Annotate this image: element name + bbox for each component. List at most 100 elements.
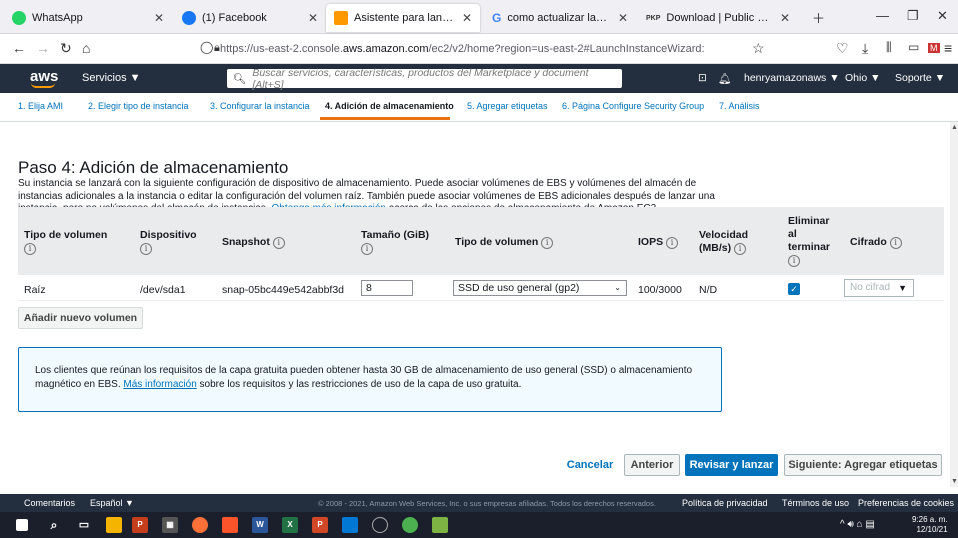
step-add-tags[interactable]: 5. Agregar etiquetas bbox=[467, 101, 548, 111]
bookmark-star-icon[interactable]: ☆ bbox=[752, 40, 765, 57]
caret-down-icon: ▼ bbox=[898, 283, 907, 293]
free-tier-info-box: Los clientes que reúnan los requisitos d… bbox=[18, 347, 722, 412]
chrome-icon[interactable] bbox=[402, 517, 418, 533]
add-volume-button[interactable]: Añadir nuevo volumen bbox=[18, 307, 143, 329]
review-and-launch-button[interactable]: Revisar y lanzar bbox=[685, 454, 778, 476]
info-icon[interactable]: i bbox=[734, 243, 747, 255]
new-tab-icon[interactable]: ＋ bbox=[812, 8, 825, 27]
brave-icon[interactable] bbox=[222, 517, 238, 533]
scroll-down-icon[interactable]: ▼ bbox=[951, 478, 958, 485]
support-menu[interactable]: Soporte ▼ bbox=[895, 72, 945, 84]
tab-whatsapp[interactable]: WhatsApp ✕ bbox=[4, 4, 172, 32]
privacy-link[interactable]: Política de privacidad bbox=[682, 498, 768, 508]
next-add-tags-button[interactable]: Siguiente: Agregar etiquetas bbox=[784, 454, 942, 476]
file-explorer-icon[interactable] bbox=[106, 517, 122, 533]
cancel-button[interactable]: Cancelar bbox=[562, 454, 618, 476]
info-icon[interactable]: i bbox=[788, 255, 800, 267]
search-icon: 🔍︎ bbox=[233, 73, 247, 85]
tab-aws-launch-wizard[interactable]: Asistente para lanzar instancia | ✕ bbox=[326, 4, 480, 32]
step-instance-type[interactable]: 2. Elegir tipo de instancia bbox=[88, 101, 189, 111]
close-icon[interactable]: ✕ bbox=[462, 11, 472, 25]
download-icon[interactable]: ⤓ bbox=[862, 40, 868, 57]
tab-pkp[interactable]: PKP Download | Public Knowledge P ✕ bbox=[638, 4, 798, 32]
tab-facebook[interactable]: (1) Facebook ✕ bbox=[174, 4, 326, 32]
sidebar-icon[interactable]: ▭ bbox=[908, 40, 919, 54]
menu-icon[interactable]: ≡ bbox=[944, 40, 952, 56]
powerpoint-icon[interactable]: P bbox=[132, 517, 148, 533]
tray-icons[interactable]: ^ 🔊︎ ⌂ ▤ bbox=[840, 519, 875, 530]
volume-type-select[interactable]: SSD de uso general (gp2) ⌄ bbox=[453, 280, 627, 296]
step-security-group[interactable]: 6. Página Configure Security Group bbox=[562, 101, 704, 111]
cell-device: /dev/sda1 bbox=[140, 284, 186, 296]
info-icon[interactable]: i bbox=[24, 243, 36, 255]
calculator-icon[interactable]: ▦ bbox=[162, 517, 178, 533]
header-throughput: Velocidad (MB/s) i bbox=[699, 229, 749, 255]
cookie-preferences-link[interactable]: Preferencias de cookies bbox=[858, 498, 954, 508]
word-icon[interactable]: W bbox=[252, 517, 268, 533]
search-icon[interactable]: ⌕ bbox=[46, 517, 62, 533]
cell-throughput: N/D bbox=[699, 284, 718, 296]
close-icon[interactable]: ✕ bbox=[780, 11, 790, 25]
terms-link[interactable]: Términos de uso bbox=[782, 498, 849, 508]
step-choose-ami[interactable]: 1. Elija AMI bbox=[18, 101, 63, 111]
previous-button[interactable]: Anterior bbox=[624, 454, 680, 476]
excel-icon[interactable]: X bbox=[282, 517, 298, 533]
clock[interactable]: 9:26 a. m. 12/10/21 bbox=[912, 515, 948, 535]
firefox-icon[interactable] bbox=[192, 517, 208, 533]
scroll-up-icon[interactable]: ▲ bbox=[951, 124, 958, 131]
browser-tab-bar: WhatsApp ✕ (1) Facebook ✕ Asistente para… bbox=[0, 0, 958, 34]
maximize-icon[interactable]: ❐ bbox=[907, 8, 919, 24]
language-select[interactable]: Español ▼ bbox=[90, 498, 134, 508]
back-icon[interactable]: ← bbox=[12, 40, 26, 56]
aws-smile-icon bbox=[31, 83, 55, 88]
library-icon[interactable]: ⫼ bbox=[886, 40, 892, 55]
windows-start-icon[interactable] bbox=[16, 519, 28, 531]
whatsapp-icon bbox=[12, 11, 26, 25]
user-menu[interactable]: henryamazonaws ▼ bbox=[744, 72, 840, 84]
close-icon[interactable]: ✕ bbox=[618, 11, 628, 25]
info-icon[interactable]: i bbox=[666, 237, 679, 249]
region-menu[interactable]: Ohio ▼ bbox=[845, 72, 881, 84]
page-scrollbar[interactable]: ▲ ▼ bbox=[950, 122, 958, 487]
close-icon[interactable]: ✕ bbox=[308, 11, 318, 25]
header-volume-type: Tipo de volumen i bbox=[455, 236, 554, 249]
url-bar[interactable]: https://us-east-2.console. aws.amazon.com… bbox=[220, 37, 745, 61]
storage-table-header: Tipo de volumen i Dispositivo i Snapshot… bbox=[18, 207, 944, 275]
delete-on-termination-checkbox[interactable]: ✓ bbox=[788, 283, 800, 295]
encryption-select[interactable]: No cifrad ▼ bbox=[844, 279, 914, 297]
shield-icon[interactable]: ◯ bbox=[200, 40, 213, 54]
info-icon[interactable]: i bbox=[140, 243, 152, 255]
comments-link[interactable]: Comentarios bbox=[24, 498, 75, 508]
aws-search-input[interactable]: 🔍︎ Buscar servicios, características, pr… bbox=[227, 67, 622, 91]
info-icon[interactable]: i bbox=[361, 243, 373, 255]
forward-icon[interactable]: → bbox=[36, 40, 50, 56]
reload-icon[interactable]: ↻ bbox=[60, 40, 72, 57]
task-view-icon[interactable]: ▭ bbox=[76, 517, 92, 533]
app-icon[interactable] bbox=[372, 517, 388, 533]
wizard-steps: 1. Elija AMI 2. Elegir tipo de instancia… bbox=[0, 93, 958, 122]
lock-icon[interactable]: 🔒︎ bbox=[214, 42, 220, 55]
close-window-icon[interactable]: ✕ bbox=[937, 8, 948, 24]
minimize-icon[interactable]: — bbox=[876, 8, 889, 23]
info-icon[interactable]: i bbox=[541, 237, 554, 249]
step-review[interactable]: 7. Análisis bbox=[719, 101, 760, 111]
header-snapshot: Snapshot i bbox=[222, 236, 285, 249]
free-tier-info-link[interactable]: Más información bbox=[123, 379, 196, 390]
page-title: Paso 4: Adición de almacenamiento bbox=[18, 158, 289, 177]
pocket-icon[interactable]: ♡ bbox=[836, 40, 849, 57]
close-icon[interactable]: ✕ bbox=[154, 11, 164, 25]
step-add-storage[interactable]: 4. Adición de almacenamiento bbox=[325, 101, 454, 111]
services-menu[interactable]: Servicios ▼ bbox=[82, 72, 141, 84]
cloudshell-icon[interactable]: ⊡ bbox=[698, 72, 707, 84]
step-configure-instance[interactable]: 3. Configurar la instancia bbox=[210, 101, 310, 111]
notifications-icon[interactable]: 🔔︎ bbox=[718, 72, 731, 85]
home-icon[interactable]: ⌂ bbox=[82, 40, 90, 56]
outlook-icon[interactable] bbox=[342, 517, 358, 533]
tab-google-search[interactable]: G como actualizar lamp server - ✕ bbox=[484, 4, 636, 32]
info-icon[interactable]: i bbox=[272, 237, 285, 249]
app-icon[interactable] bbox=[432, 517, 448, 533]
extension-icon[interactable]: M bbox=[928, 43, 940, 53]
size-input[interactable]: 8 bbox=[361, 280, 413, 296]
powerpoint-icon[interactable]: P bbox=[312, 517, 328, 533]
info-icon[interactable]: i bbox=[889, 237, 902, 249]
